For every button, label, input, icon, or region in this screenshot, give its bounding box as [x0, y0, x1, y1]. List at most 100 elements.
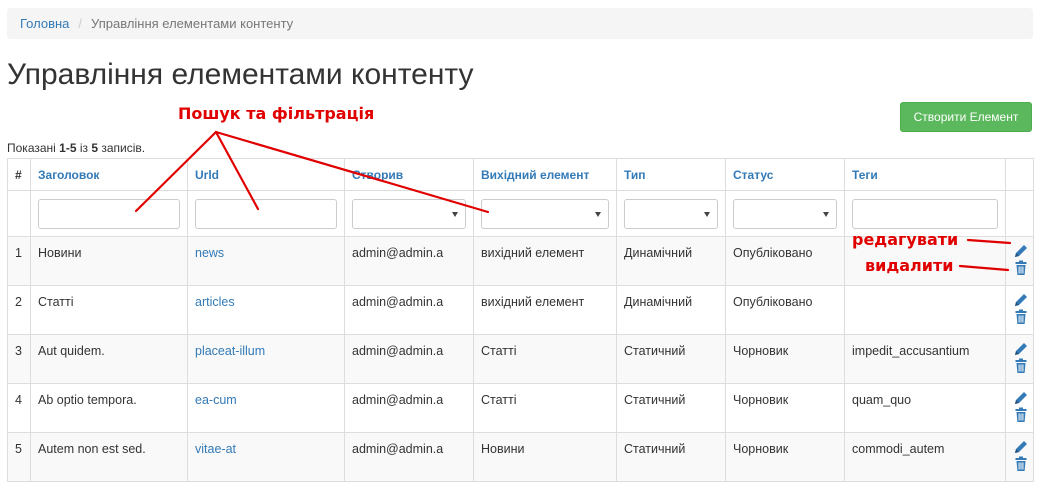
- pencil-icon[interactable]: [1013, 341, 1029, 357]
- sort-url-link[interactable]: Urld: [195, 168, 219, 182]
- pencil-icon[interactable]: [1013, 243, 1029, 259]
- url-filter-input[interactable]: [195, 198, 337, 229]
- filter-cell-parent: [473, 190, 617, 237]
- type-filter-select[interactable]: [624, 198, 718, 229]
- row-status: Чорновик: [725, 334, 845, 384]
- row-author: admin@admin.a: [344, 383, 474, 433]
- column-header-tags: Теги: [844, 158, 1006, 191]
- breadcrumb: Головна / Управління елементами контенту: [7, 8, 1033, 39]
- pencil-icon[interactable]: [1013, 439, 1029, 455]
- parent-filter-select[interactable]: [481, 198, 609, 229]
- row-status: Опубліковано: [725, 285, 845, 335]
- row-parent: Статті: [473, 383, 617, 433]
- tags-filter-input[interactable]: [852, 198, 998, 229]
- column-header-author: Створив: [344, 158, 474, 191]
- annotation-search-filter: Пошук та фільтрація: [178, 104, 375, 123]
- table-row: 3 Aut quidem. placeat-illum admin@admin.a Ст…: [7, 334, 1034, 384]
- sort-tags-link[interactable]: Теги: [852, 168, 878, 182]
- row-url-link[interactable]: vitae-at: [195, 442, 236, 456]
- row-url-cell: vitae-at: [187, 432, 345, 482]
- row-actions: [1005, 334, 1034, 384]
- row-tags: [844, 285, 1006, 335]
- row-url-link[interactable]: articles: [195, 295, 235, 309]
- title-filter-input[interactable]: [38, 198, 180, 229]
- filter-cell-actions: [1005, 190, 1034, 237]
- breadcrumb-separator: /: [78, 16, 83, 31]
- create-element-button[interactable]: Створити Елемент: [900, 102, 1032, 132]
- row-type: Статичний: [616, 432, 726, 482]
- summary-suffix: записів.: [98, 141, 146, 155]
- row-tags: impedit_accusantium: [844, 334, 1006, 384]
- row-type: Динамічний: [616, 285, 726, 335]
- row-url-cell: news: [187, 236, 345, 286]
- sort-parent-link[interactable]: Вихідний елемент: [481, 168, 589, 182]
- row-url-link[interactable]: news: [195, 246, 224, 260]
- column-header-parent: Вихідний елемент: [473, 158, 617, 191]
- row-number: 3: [7, 334, 31, 384]
- row-author: admin@admin.a: [344, 285, 474, 335]
- row-status: Чорновик: [725, 383, 845, 433]
- trash-icon[interactable]: [1013, 309, 1029, 325]
- row-number: 5: [7, 432, 31, 482]
- summary-text: Показані 1-5 із 5 записів.: [7, 141, 145, 155]
- annotation-edit: редагувати: [852, 230, 959, 249]
- row-actions: [1005, 432, 1034, 482]
- table-row: 4 Ab optio tempora. ea-cum admin@admin.a Ста…: [7, 383, 1034, 433]
- row-number: 2: [7, 285, 31, 335]
- trash-icon[interactable]: [1013, 407, 1029, 423]
- breadcrumb-home-link[interactable]: Головна: [20, 16, 69, 31]
- sort-type-link[interactable]: Тип: [624, 168, 646, 182]
- row-status: Опубліковано: [725, 236, 845, 286]
- row-url-cell: placeat-illum: [187, 334, 345, 384]
- trash-icon[interactable]: [1013, 260, 1029, 276]
- filter-cell-title: [30, 190, 188, 237]
- row-title: Aut quidem.: [30, 334, 188, 384]
- sort-status-link[interactable]: Статус: [733, 168, 773, 182]
- row-author: admin@admin.a: [344, 334, 474, 384]
- trash-icon[interactable]: [1013, 358, 1029, 374]
- annotation-delete: видалити: [865, 256, 954, 275]
- row-title: Ab optio tempora.: [30, 383, 188, 433]
- dropdown-arrow-icon: [452, 211, 458, 217]
- row-parent: вихідний елемент: [473, 236, 617, 286]
- author-filter-select[interactable]: [352, 198, 466, 229]
- row-url-link[interactable]: placeat-illum: [195, 344, 265, 358]
- row-actions: [1005, 236, 1034, 286]
- summary-prefix: Показані: [7, 141, 60, 155]
- row-number: 1: [7, 236, 31, 286]
- trash-icon[interactable]: [1013, 456, 1029, 472]
- pencil-icon[interactable]: [1013, 390, 1029, 406]
- row-actions: [1005, 285, 1034, 335]
- row-title: Статті: [30, 285, 188, 335]
- row-tags: quam_quo: [844, 383, 1006, 433]
- breadcrumb-current: Управління елементами контенту: [91, 16, 294, 31]
- row-author: admin@admin.a: [344, 236, 474, 286]
- dropdown-arrow-icon: [595, 211, 601, 217]
- filter-cell-status: [725, 190, 845, 237]
- filter-cell-type: [616, 190, 726, 237]
- sort-title-link[interactable]: Заголовок: [38, 168, 99, 182]
- row-author: admin@admin.a: [344, 432, 474, 482]
- row-url-link[interactable]: ea-cum: [195, 393, 237, 407]
- summary-range: 1-5: [59, 141, 77, 155]
- table-row: 2 Статті articles admin@admin.a вихідний еле…: [7, 285, 1034, 335]
- row-type: Статичний: [616, 383, 726, 433]
- dropdown-arrow-icon: [823, 211, 829, 217]
- row-parent: Новини: [473, 432, 617, 482]
- column-header-type: Тип: [616, 158, 726, 191]
- column-header-number: #: [7, 158, 31, 191]
- pencil-icon[interactable]: [1013, 292, 1029, 308]
- row-status: Чорновик: [725, 432, 845, 482]
- page-title: Управління елементами контенту: [7, 58, 474, 91]
- row-title: Autem non est sed.: [30, 432, 188, 482]
- filter-cell-number: [7, 190, 31, 237]
- column-header-actions: [1005, 158, 1034, 191]
- row-type: Статичний: [616, 334, 726, 384]
- table-row: 5 Autem non est sed. vitae-at admin@admin.a…: [7, 432, 1034, 482]
- content-elements-table: # Заголовок Urld Створив Вихідний елемен…: [7, 158, 1034, 482]
- status-filter-select[interactable]: [733, 198, 837, 229]
- row-url-cell: articles: [187, 285, 345, 335]
- sort-author-link[interactable]: Створив: [352, 168, 403, 182]
- row-title: Новини: [30, 236, 188, 286]
- dropdown-arrow-icon: [704, 211, 710, 217]
